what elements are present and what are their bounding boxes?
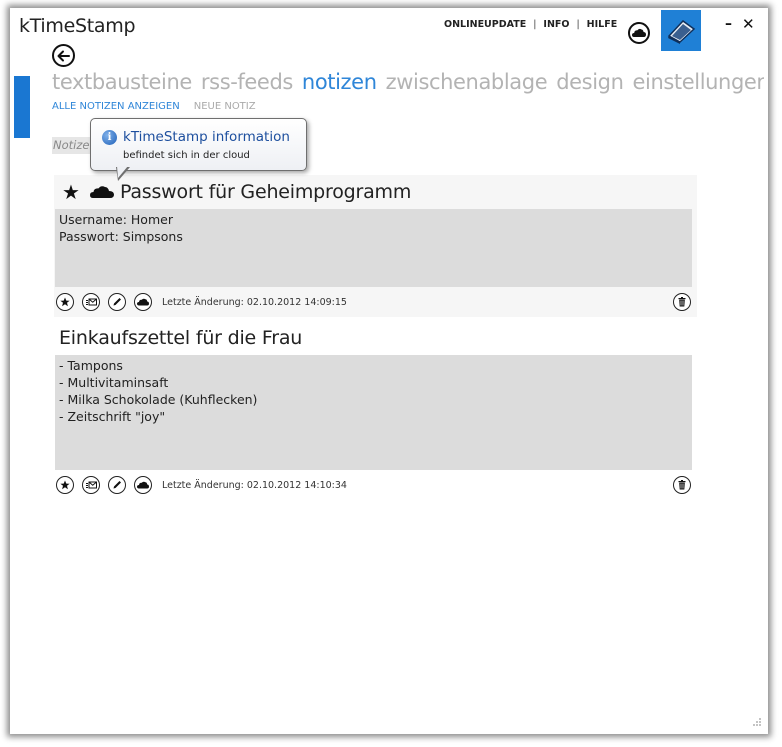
- show-all-notes-link[interactable]: ALLE NOTIZEN ANZEIGEN: [52, 101, 180, 112]
- tab-rss-feeds[interactable]: rss-feeds: [201, 70, 293, 94]
- topnav-separator: |: [576, 19, 580, 30]
- tab-textbausteine[interactable]: textbausteine: [52, 70, 192, 94]
- topnav-onlineupdate[interactable]: ONLINEUPDATE: [444, 19, 526, 30]
- tooltip-title: kTimeStamp information: [123, 129, 290, 145]
- note-timestamp: Letzte Änderung: 02.10.2012 14:09:15: [162, 296, 347, 308]
- tab-design[interactable]: design: [556, 70, 624, 94]
- minimize-button[interactable]: –: [725, 16, 732, 32]
- topnav-info[interactable]: INFO: [543, 19, 569, 30]
- note-timestamp: Letzte Änderung: 02.10.2012 14:10:34: [162, 479, 347, 491]
- delete-button[interactable]: [673, 293, 691, 311]
- star-icon[interactable]: ★: [62, 180, 80, 204]
- note-line: Username: Homer: [59, 212, 173, 227]
- note-line: - Tampons: [59, 358, 123, 373]
- tooltip-body: befindet sich in der cloud: [123, 150, 250, 161]
- note-actions: Letzte Änderung: 02.10.2012 14:10:34: [54, 470, 697, 500]
- main-tabs: textbausteine rss-feeds notizen zwischenabl…: [52, 70, 764, 94]
- trash-icon: [678, 480, 686, 490]
- edit-button[interactable]: [108, 293, 126, 311]
- note-line: - Zeitschrift "joy": [59, 409, 166, 424]
- note-title[interactable]: Einkaufszettel für die Frau: [59, 327, 302, 349]
- cloud-sync-button[interactable]: [628, 22, 650, 44]
- note-content[interactable]: - Tampons - Multivitaminsaft - Milka Sch…: [55, 355, 692, 470]
- topnav-hilfe[interactable]: HILFE: [587, 19, 618, 30]
- star-icon: [60, 297, 70, 307]
- tab-einstellungen[interactable]: einstellungen: [633, 70, 765, 94]
- cloud-icon: [89, 185, 114, 199]
- tooltip-pointer-fill: [117, 166, 128, 178]
- mail-icon: [85, 481, 97, 489]
- back-button[interactable]: [52, 44, 75, 67]
- sub-navigation: ALLE NOTIZEN ANZEIGEN NEUE NOTIZ: [52, 101, 270, 112]
- favorite-button[interactable]: [56, 293, 74, 311]
- cloud-upload-button[interactable]: [134, 293, 152, 311]
- send-email-button[interactable]: [82, 476, 100, 494]
- mail-icon: [85, 298, 97, 306]
- note-header: ★ Passwort für Geheimprogramm: [54, 175, 697, 209]
- star-icon: [60, 480, 70, 490]
- favorite-button[interactable]: [56, 476, 74, 494]
- delete-button[interactable]: [673, 476, 691, 494]
- note-line: - Milka Schokolade (Kuhflecken): [59, 392, 258, 407]
- side-accent-bar: [14, 76, 30, 138]
- cloud-icon: [137, 298, 149, 306]
- note-content[interactable]: Username: Homer Passwort: Simpsons: [55, 209, 692, 287]
- new-note-link[interactable]: NEUE NOTIZ: [194, 101, 256, 112]
- topnav-separator: |: [533, 19, 537, 30]
- stamp-logo-icon: [667, 19, 696, 44]
- note-title[interactable]: Passwort für Geheimprogramm: [120, 181, 411, 203]
- note-line: - Multivitaminsaft: [59, 375, 169, 390]
- resize-grip-icon[interactable]: [752, 717, 762, 727]
- brand-logo-tile: [661, 10, 701, 51]
- tab-notizen[interactable]: notizen: [302, 70, 377, 94]
- close-button[interactable]: ✕: [742, 15, 755, 33]
- note-card: ★ Passwort für Geheimprogramm Username: …: [54, 175, 697, 317]
- cloud-icon: [137, 481, 149, 489]
- edit-button[interactable]: [108, 476, 126, 494]
- cloud-icon: [632, 28, 646, 37]
- note-line: Passwort: Simpsons: [59, 229, 183, 244]
- arrow-left-icon: [57, 50, 70, 61]
- app-window: kTimeStamp ONLINEUPDATE | INFO | HILFE – ✕ t…: [14, 10, 764, 729]
- pencil-icon: [113, 481, 121, 489]
- note-header: Einkaufszettel für die Frau: [54, 321, 697, 355]
- tab-zwischenablage[interactable]: zwischenablage: [386, 70, 548, 94]
- pencil-icon: [113, 298, 121, 306]
- send-email-button[interactable]: [82, 293, 100, 311]
- top-navigation: ONLINEUPDATE | INFO | HILFE: [444, 19, 617, 30]
- cloud-info-tooltip: i kTimeStamp information befindet sich i…: [90, 118, 307, 171]
- note-actions: Letzte Änderung: 02.10.2012 14:09:15: [54, 287, 697, 317]
- trash-icon: [678, 297, 686, 307]
- app-title: kTimeStamp: [19, 15, 136, 37]
- info-icon: i: [102, 130, 117, 145]
- cloud-upload-button[interactable]: [134, 476, 152, 494]
- note-card: Einkaufszettel für die Frau - Tampons - …: [54, 321, 697, 500]
